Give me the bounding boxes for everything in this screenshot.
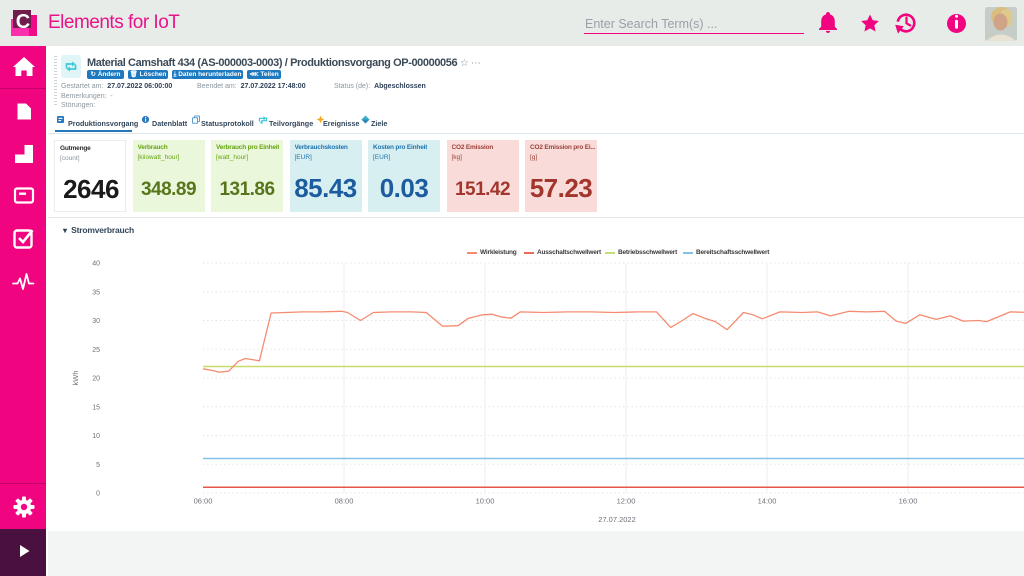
- svg-text:10: 10: [92, 433, 100, 440]
- svg-text:25: 25: [92, 347, 100, 354]
- svg-text:06:00: 06:00: [194, 497, 213, 506]
- svg-text:5: 5: [96, 462, 100, 469]
- svg-text:12:00: 12:00: [617, 497, 636, 506]
- svg-text:16:00: 16:00: [899, 497, 918, 506]
- svg-text:30: 30: [92, 318, 100, 325]
- svg-text:10:00: 10:00: [476, 497, 495, 506]
- svg-text:40: 40: [92, 261, 100, 268]
- svg-text:14:00: 14:00: [758, 497, 777, 506]
- svg-text:15: 15: [92, 404, 100, 411]
- svg-text:0: 0: [96, 491, 100, 498]
- svg-text:kWh: kWh: [71, 371, 80, 386]
- svg-text:27.07.2022: 27.07.2022: [598, 515, 636, 524]
- svg-text:35: 35: [92, 289, 100, 296]
- svg-text:08:00: 08:00: [335, 497, 354, 506]
- svg-text:20: 20: [92, 376, 100, 383]
